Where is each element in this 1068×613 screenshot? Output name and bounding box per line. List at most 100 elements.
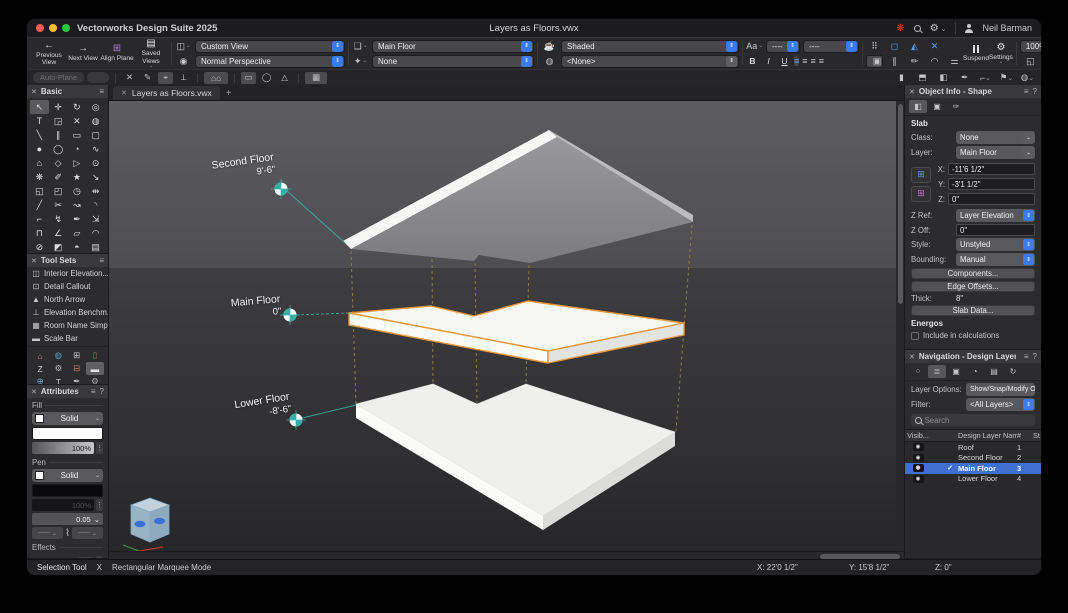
tool-set-button[interactable]: ⚙ [49,362,67,375]
active-layer-icon[interactable]: ❏⌄ [352,40,369,53]
tool-set-button[interactable]: ⚙ [86,375,104,385]
pen-color-swatch[interactable] [32,484,103,497]
horizontal-scroll-thumb[interactable] [820,554,900,559]
tool-set-button[interactable]: Z [31,362,49,375]
tool-button[interactable]: ∿ [86,142,105,156]
fit-objects-icon[interactable]: ◱ [1022,55,1039,68]
x-input[interactable]: -11'6 1/2" [948,163,1035,175]
tool-button[interactable]: ★ [68,170,87,184]
tool-button[interactable]: ◓ [68,240,87,254]
z-off-input[interactable]: 0" [956,224,1035,236]
zoom-window-button[interactable] [62,24,70,32]
settings-menu[interactable]: ⚙ ⌄ [930,23,947,34]
palette-menu-icon[interactable]: ≡ [91,387,96,396]
drawing-canvas[interactable]: Second Floor 9'-6" Main Floor 0" Lower F… [109,101,896,551]
tool-button[interactable]: ↯ [49,212,68,226]
tool-button[interactable]: ◇ [49,156,68,170]
active-layer-select[interactable]: Main Floor ⇕ [372,40,534,53]
snap-to-angle-icon[interactable]: ◭ [906,40,923,53]
tool-button[interactable]: ▤ [86,240,105,254]
visibility-eye-icon[interactable]: ◉ [913,443,924,451]
layer-row[interactable]: ◉ Lower Floor 4 [905,474,1041,485]
tab-design-layers[interactable]: ≣ [928,365,946,378]
pen-style-select[interactable]: Solid ⌄ [32,469,103,482]
tool-button[interactable]: ✕ [68,114,87,128]
tool-button[interactable]: ◔ [68,142,87,156]
visibility-eye-icon[interactable]: ◉ [913,454,924,462]
snap-to-intersection-icon[interactable]: ✕ [926,40,943,53]
tool-set-item[interactable]: ⊡Detail Callout [27,280,108,293]
suspend-snapping-button[interactable]: Suspend [963,39,989,68]
snap-to-distance-icon[interactable]: ⚌ [946,55,963,68]
close-palette-icon[interactable]: ✕ [909,353,915,361]
active-class-icon[interactable]: ✦⌄ [352,55,369,68]
tool-button[interactable]: ⇹ [86,184,105,198]
new-tab-button[interactable]: + [220,88,238,99]
palette-menu-icon[interactable]: ≡ [1024,87,1029,96]
palette-menu-icon[interactable]: ≡ [99,256,104,265]
tool-button[interactable]: ● [30,142,49,156]
visibility-eye-icon[interactable]: ◉ [913,464,924,472]
tool-button[interactable]: ◎ [86,100,105,114]
oval-marquee-icon[interactable]: ◯ [259,72,274,84]
layer-select[interactable]: Main Floor ⌄ [956,146,1035,159]
previous-view-button[interactable]: ← Previous View [32,39,66,68]
font-select[interactable]: ---- ⇕ [766,40,800,53]
interactive-scaling-symbol-icon[interactable]: ⟂ [176,72,191,84]
tab-references[interactable]: ↻ [1004,365,1022,378]
bounding-select[interactable]: Manual ⇕ [956,253,1035,266]
tab-render[interactable]: ✑ [947,100,965,113]
snap-to-object-icon[interactable]: ◻ [886,40,903,53]
auto-plane-button[interactable]: Auto-Plane [33,72,84,83]
tool-button[interactable]: ⇲ [86,212,105,226]
help-icon[interactable]: ? [1033,352,1037,361]
close-palette-icon[interactable]: ✕ [31,388,37,396]
layer-row[interactable]: ◉ Roof 1 [905,442,1041,453]
layer-options-select[interactable]: Show/Snap/Modify Others ⇕ [966,383,1035,396]
tool-button[interactable]: ◲ [49,114,68,128]
tool-set-button[interactable]: ▬ [86,362,104,375]
tool-set-button[interactable]: T [49,375,67,385]
close-palette-icon[interactable]: ✕ [909,88,915,96]
tool-button[interactable]: ◷ [68,184,87,198]
tool-set-button[interactable]: ⊕ [31,375,49,385]
minimize-window-button[interactable] [49,24,57,32]
snap-to-point-icon[interactable]: ✏ [906,55,923,68]
align-left-button[interactable]: ≡ [794,56,799,66]
tab-shape[interactable]: ◧ [909,100,927,113]
font-size-select[interactable]: ---- ⇕ [803,40,859,53]
palette-menu-icon[interactable]: ≡ [1024,352,1029,361]
tool-button[interactable]: ↖ [30,100,49,114]
z-input[interactable]: 0" [948,193,1035,205]
tool-button[interactable]: ╱ [30,198,49,212]
tool-button[interactable]: ∥ [49,128,68,142]
column-layer-name[interactable]: Design Layer Name [953,431,1017,440]
align-plane-button[interactable]: ⊞ Align Plane [100,39,134,68]
tool-set-item[interactable]: ▬Scale Bar [27,332,108,345]
close-window-button[interactable] [36,24,44,32]
tool-button[interactable]: ▭ [68,128,87,142]
projection-icon[interactable]: ◉ [175,55,192,68]
underline-button[interactable]: U [778,56,791,66]
split-view-icon[interactable]: ◧ [936,72,951,84]
tool-button[interactable]: ↘ [86,170,105,184]
tool-button[interactable]: ↻ [68,100,87,114]
rectangular-marquee-icon[interactable]: ▭ [241,72,256,84]
tool-set-item[interactable]: ▦Room Name Simple [27,319,108,332]
text-style-button[interactable]: Aa⌄ [746,40,763,53]
edge-offsets-button[interactable]: Edge Offsets... [911,281,1035,292]
z-ref-select[interactable]: Layer Elevation ⇕ [956,209,1035,222]
tool-set-item[interactable]: ◫Interior Elevation... [27,267,108,280]
tab-sheet-layers[interactable]: ▣ [947,365,965,378]
line-weight-select[interactable]: 0.05⌄ [32,513,103,525]
visibility-eye-icon[interactable]: ◉ [913,475,924,483]
close-tab-icon[interactable]: ✕ [121,89,127,97]
tool-button[interactable]: ⊘ [30,240,49,254]
render-background-icon[interactable]: ◍ [541,55,558,68]
active-class-select[interactable]: None ⇕ [372,55,534,68]
column-number[interactable]: # [1017,431,1033,440]
tool-set-button[interactable]: ▯ [86,349,104,362]
search-icon[interactable] [914,25,921,32]
flag-mode-icon[interactable]: ⚑⌄ [999,72,1014,84]
tab-classes[interactable]: ◔ [966,365,984,378]
